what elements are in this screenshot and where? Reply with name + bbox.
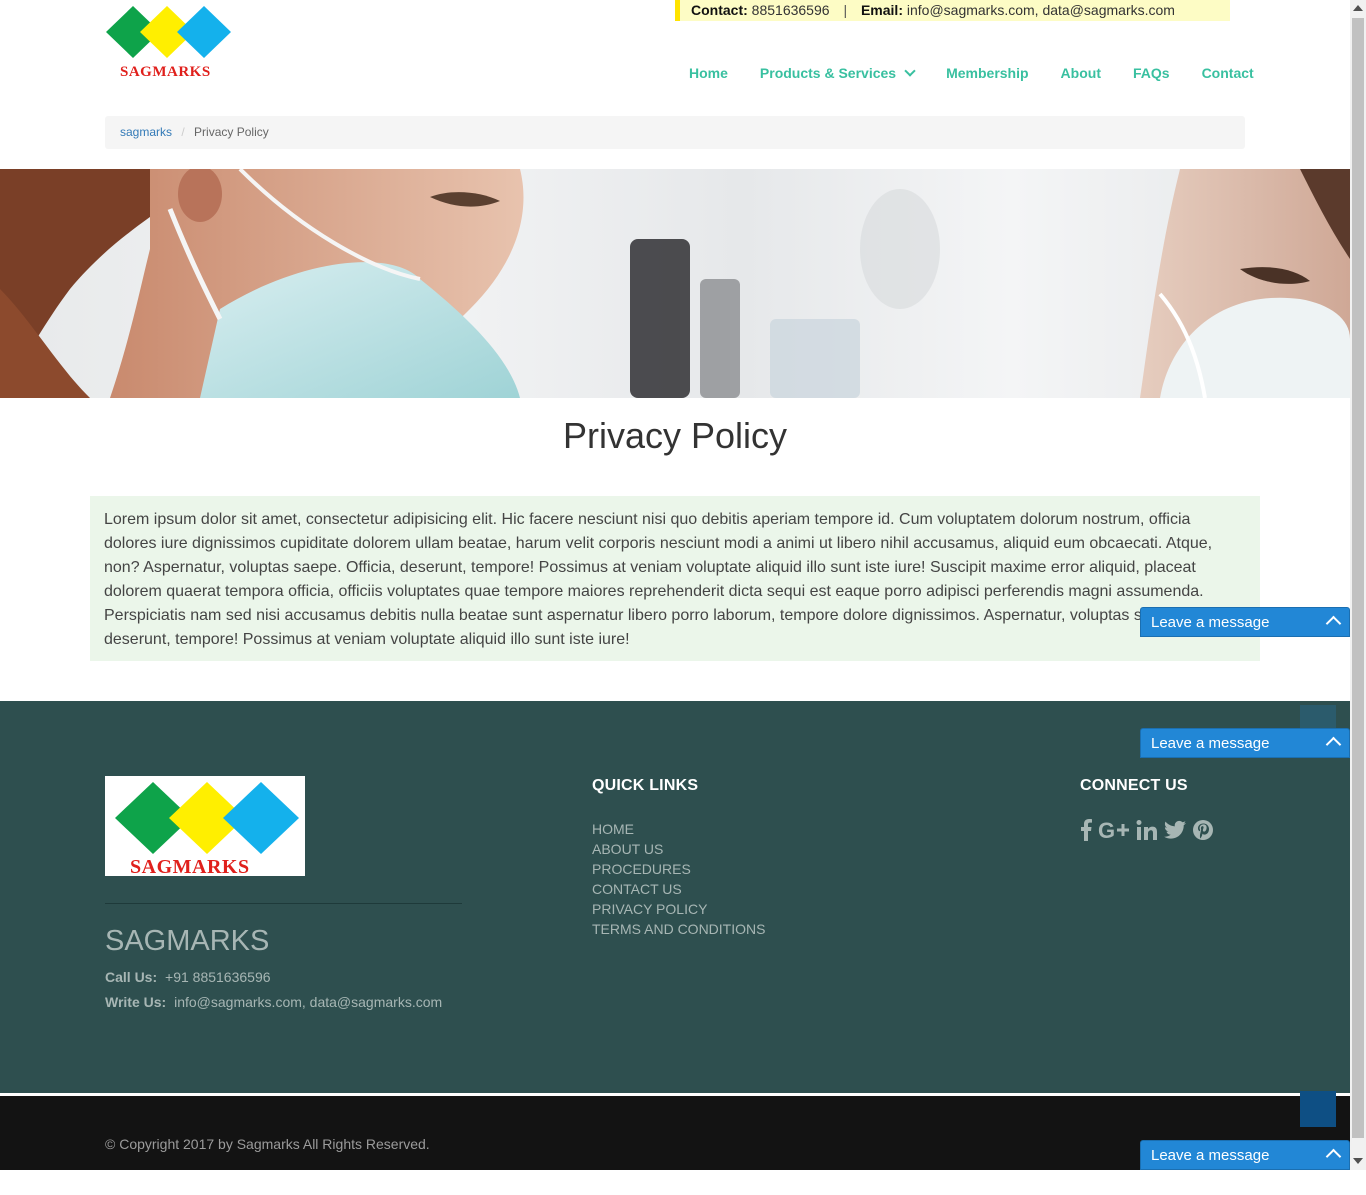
footer-company-name: SAGMARKS	[105, 925, 270, 957]
write-value[interactable]: info@sagmarks.com, data@sagmarks.com	[174, 994, 442, 1010]
quick-link-procedures[interactable]: PROCEDURES	[592, 859, 765, 879]
contact-phone[interactable]: 8851636596	[752, 2, 830, 18]
call-label: Call Us:	[105, 969, 158, 985]
logo-diamonds-icon	[106, 6, 231, 58]
quick-link-privacy-policy[interactable]: PRIVACY POLICY	[592, 899, 765, 919]
call-value[interactable]: +91 8851636596	[165, 969, 271, 985]
leave-message-widget[interactable]: Leave a message	[1140, 607, 1350, 637]
google-plus-icon[interactable]: G	[1098, 818, 1130, 846]
contact-email[interactable]: info@sagmarks.com, data@sagmarks.com	[907, 2, 1175, 18]
footer-logo-diamonds-icon	[115, 782, 299, 854]
quick-links-list: HOME ABOUT US PROCEDURES CONTACT US PRIV…	[592, 819, 765, 939]
copyright-text: © Copyright 2017 by Sagmarks All Rights …	[105, 1136, 430, 1152]
site-header: SAGMARKS Contact: 8851636596 | Email: in…	[0, 0, 1350, 169]
contact-label: Contact:	[691, 2, 748, 18]
footer-divider	[105, 903, 462, 904]
scroll-top-button[interactable]	[1300, 1091, 1336, 1127]
nav-item-membership[interactable]: Membership	[946, 63, 1028, 83]
quick-links-heading: QUICK LINKS	[592, 777, 699, 794]
page-bottom-blank	[0, 1170, 1366, 1195]
nav-item-about[interactable]: About	[1061, 63, 1101, 83]
leave-message-label: Leave a message	[1151, 614, 1270, 631]
quick-link-contact-us[interactable]: CONTACT US	[592, 879, 765, 899]
svg-text:G: G	[1098, 819, 1115, 841]
nav-item-contact[interactable]: Contact	[1202, 63, 1254, 83]
leave-message-widget[interactable]: Leave a message	[1140, 1140, 1350, 1170]
quick-link-home[interactable]: HOME	[592, 819, 765, 839]
social-icons: G	[1080, 818, 1220, 846]
nav-item-home[interactable]: Home	[689, 63, 728, 83]
write-label: Write Us:	[105, 994, 167, 1010]
leave-message-widget[interactable]: Leave a message	[1140, 728, 1350, 758]
policy-text: Lorem ipsum dolor sit amet, consectetur …	[90, 496, 1260, 661]
breadcrumb-separator: /	[181, 125, 185, 139]
facebook-icon[interactable]	[1080, 819, 1092, 846]
chevron-up-icon	[1325, 1148, 1342, 1165]
quick-link-about-us[interactable]: ABOUT US	[592, 839, 765, 859]
footer-logo-wordmark: SAGMARKS	[130, 856, 250, 878]
breadcrumb-current: Privacy Policy	[194, 125, 269, 139]
leave-message-label: Leave a message	[1151, 735, 1270, 752]
breadcrumb: sagmarks / Privacy Policy	[105, 116, 1245, 149]
linkedin-icon[interactable]	[1136, 819, 1158, 846]
scrollbar-thumb[interactable]	[1352, 18, 1364, 1138]
scroll-up-arrow-icon[interactable]	[1353, 5, 1363, 11]
chevron-down-icon	[904, 64, 916, 77]
footer-logo[interactable]: SAGMARKS	[105, 776, 305, 878]
nav-item-label: Products & Services	[759, 65, 897, 81]
contact-info-bar: Contact: 8851636596 | Email: info@sagmar…	[675, 0, 1230, 21]
page-title: Privacy Policy	[562, 415, 788, 456]
page-scrollbar[interactable]	[1350, 0, 1366, 1170]
leave-message-label: Leave a message	[1151, 1147, 1270, 1164]
footer-write: Write Us: info@sagmarks.com, data@sagmar…	[105, 994, 442, 1010]
footer-call: Call Us: +91 8851636596	[105, 969, 271, 985]
quick-link-terms-and-conditions[interactable]: TERMS AND CONDITIONS	[592, 919, 765, 939]
site-footer: SAGMARKS SAGMARKS Call Us: +91 885163659…	[0, 701, 1350, 1093]
connect-heading: CONNECT US	[1080, 777, 1188, 794]
pinterest-icon[interactable]	[1192, 819, 1214, 846]
contact-separator: |	[843, 2, 848, 18]
hero-banner-image	[0, 169, 1350, 398]
chevron-up-icon	[1325, 736, 1342, 753]
breadcrumb-home-link[interactable]: sagmarks	[120, 125, 172, 139]
twitter-icon[interactable]	[1164, 820, 1186, 845]
scroll-down-arrow-icon[interactable]	[1353, 1158, 1363, 1164]
logo-wordmark: SAGMARKS	[120, 64, 211, 80]
main-nav: Home Products & Services Membership Abou…	[689, 63, 1254, 83]
nav-item-products-services[interactable]: Products & Services	[759, 63, 916, 83]
nav-item-faqs[interactable]: FAQs	[1133, 63, 1170, 83]
email-label: Email:	[860, 2, 903, 18]
chevron-up-icon	[1325, 615, 1342, 632]
site-logo[interactable]: SAGMARKS	[106, 4, 234, 84]
